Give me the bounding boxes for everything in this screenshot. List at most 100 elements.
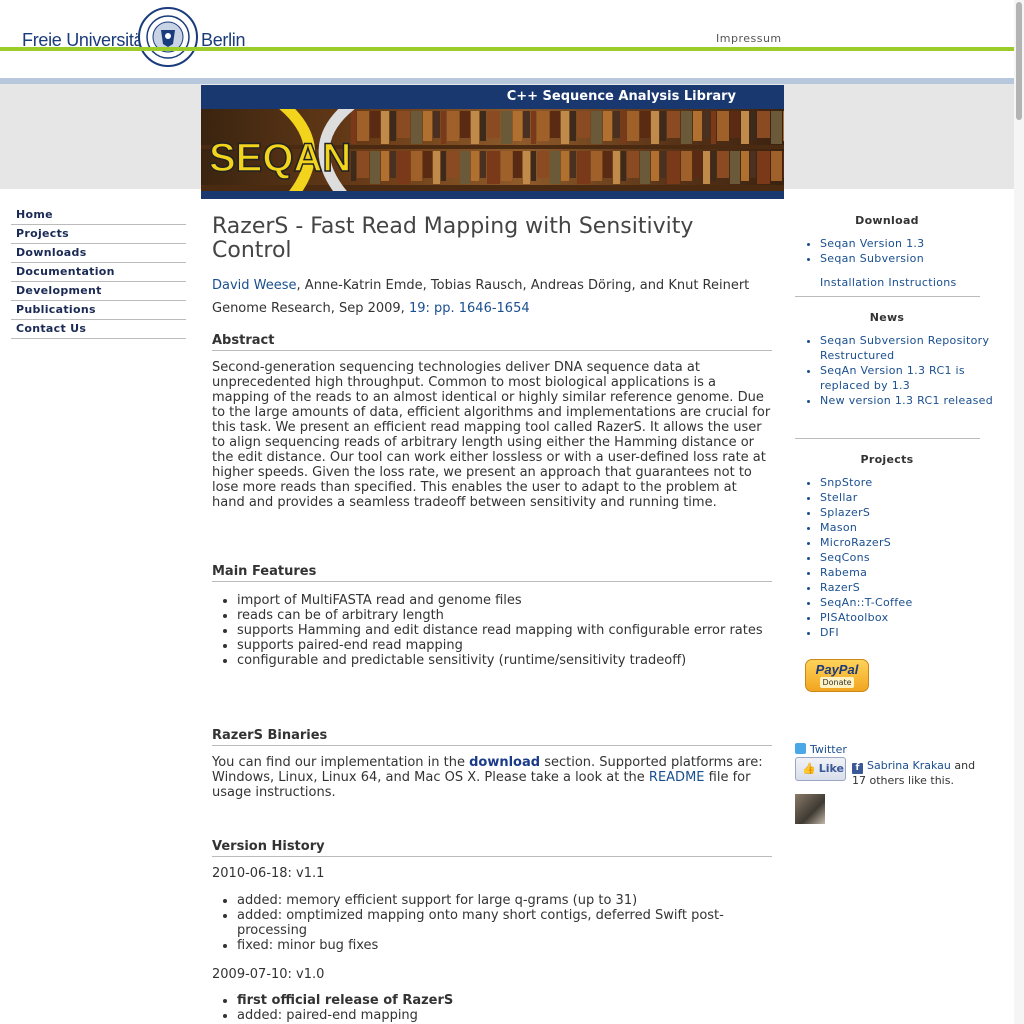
installation-instructions-link[interactable]: Installation Instructions: [820, 276, 957, 289]
twitter-icon: [795, 743, 806, 754]
banner-title-bar: C++ Sequence Analysis Library: [201, 85, 784, 109]
book-spine: [411, 111, 422, 144]
project-link-mason[interactable]: Mason: [820, 520, 1010, 535]
nav-item-downloads[interactable]: Downloads: [11, 244, 186, 263]
project-link-microrazers[interactable]: MicroRazerS: [820, 535, 1010, 550]
nav-item-projects[interactable]: Projects: [11, 225, 186, 244]
book-spine: [447, 151, 459, 178]
project-link-stellar[interactable]: Stellar: [820, 490, 1010, 505]
book-spine: [433, 111, 440, 138]
vertical-scrollbar[interactable]: [1014, 0, 1024, 1024]
facebook-friend-avatar[interactable]: [795, 794, 825, 824]
book-spine: [693, 111, 702, 141]
list-item: added: paired-end mapping: [237, 1008, 782, 1023]
venue-pages-link[interactable]: 19: pp. 1646-1654: [409, 301, 530, 316]
projects-list: SnpStore Stellar SplazerS Mason MicroRaz…: [795, 475, 1010, 640]
right-sidebar: Download Seqan Version 1.3 Seqan Subvers…: [784, 189, 1024, 1024]
scrollbar-thumb[interactable]: [1016, 2, 1022, 120]
left-navigation: Home Projects Downloads Documentation De…: [0, 189, 201, 1024]
nav-item-documentation[interactable]: Documentation: [11, 263, 186, 282]
version-1-0-list: first official release of RazerS added: …: [212, 993, 782, 1023]
project-link-splazers[interactable]: SplazerS: [820, 505, 1010, 520]
book-spine: [651, 111, 659, 144]
book-spine: [681, 111, 692, 144]
book-spine: [471, 151, 479, 181]
download-link[interactable]: download: [469, 755, 540, 770]
nav-item-contact-us[interactable]: Contact Us: [11, 320, 186, 339]
news-item[interactable]: SeqAn Version 1.3 RC1 is replaced by 1.3: [820, 363, 1010, 393]
publication-venue: Genome Research, Sep 2009, 19: pp. 1646-…: [212, 301, 530, 316]
nav-item-home[interactable]: Home: [11, 206, 186, 225]
book-spine: [703, 151, 710, 184]
book-spine: [660, 111, 666, 141]
sidebar-divider: [795, 438, 980, 439]
download-list: Seqan Version 1.3 Seqan Subversion: [795, 236, 1010, 266]
book-spine: [640, 111, 650, 138]
book-spine: [711, 151, 716, 181]
history-heading: Version History: [212, 839, 772, 857]
news-item[interactable]: New version 1.3 RC1 released: [820, 393, 1010, 408]
facebook-like-button[interactable]: 👍 Like: [795, 757, 846, 781]
book-spine: [621, 111, 626, 144]
book-spine: [550, 151, 560, 184]
book-spine: [523, 151, 530, 184]
banner-bookshelf-image: SEQAN: [201, 100, 784, 199]
book-spine: [667, 151, 680, 184]
list-item: reads can be of arbitrary length: [237, 608, 782, 623]
book-spine: [441, 111, 446, 144]
nav-item-development[interactable]: Development: [11, 282, 186, 301]
facebook-friend-link[interactable]: Sabrina Krakau: [867, 759, 951, 772]
book-spine: [351, 111, 356, 144]
project-link-rabema[interactable]: Rabema: [820, 565, 1010, 580]
nav-item-publications[interactable]: Publications: [11, 301, 186, 320]
book-spine: [397, 151, 410, 184]
project-link-seqan-tcoffee[interactable]: SeqAn::T-Coffee: [820, 595, 1010, 610]
venue-text: Genome Research, Sep 2009,: [212, 301, 409, 316]
download-link-subversion[interactable]: Seqan Subversion: [820, 251, 1010, 266]
university-seal-icon[interactable]: [137, 6, 199, 68]
news-item[interactable]: Seqan Subversion Repository Restructured: [820, 333, 1010, 363]
book-spine: [397, 111, 410, 138]
book-spine: [513, 111, 522, 141]
book-spine: [381, 151, 389, 181]
project-link-dfi[interactable]: DFI: [820, 625, 1010, 640]
book-spine: [460, 151, 470, 184]
book-spine: [741, 111, 749, 144]
book-spine: [501, 111, 512, 144]
book-spine: [750, 111, 756, 141]
book-spine: [750, 151, 756, 178]
version-label-1-0: 2009-07-10: v1.0: [212, 967, 325, 982]
binaries-text: You can find our implementation in the d…: [212, 755, 772, 800]
list-item: supports Hamming and edit distance read …: [237, 623, 782, 638]
project-link-snpstore[interactable]: SnpStore: [820, 475, 1010, 490]
book-spine: [603, 111, 612, 141]
download-heading: Download: [855, 214, 919, 227]
paypal-donate-button[interactable]: PayPal Donate: [805, 659, 869, 692]
thumbs-up-icon: 👍: [802, 762, 816, 775]
book-spine: [351, 151, 356, 181]
authors-line: David Weese, Anne-Katrin Emde, Tobias Ra…: [212, 278, 749, 293]
abstract-heading: Abstract: [212, 333, 772, 351]
project-link-pisatoolbox[interactable]: PISAtoolbox: [820, 610, 1010, 625]
book-spine: [550, 111, 560, 138]
impressum-link[interactable]: Impressum: [716, 32, 782, 45]
readme-link[interactable]: README: [649, 770, 705, 785]
download-link-seqan-1-3[interactable]: Seqan Version 1.3: [820, 236, 1010, 251]
book-spine: [390, 111, 396, 141]
bookshelf-illustration: SEQAN: [201, 100, 784, 199]
twitter-link[interactable]: Twitter: [795, 743, 847, 756]
book-spine: [783, 111, 784, 141]
book-spine: [667, 111, 680, 138]
paypal-logo: PayPal: [815, 662, 859, 677]
project-link-seqcons[interactable]: SeqCons: [820, 550, 1010, 565]
book-spine: [621, 151, 626, 181]
authors-rest: , Anne-Katrin Emde, Tobias Rausch, Andre…: [296, 278, 750, 293]
facebook-like-text: f Sabrina Krakau and 17 others like this.: [852, 759, 1002, 788]
book-spine: [480, 111, 486, 141]
main-content: RazerS - Fast Read Mapping with Sensitiv…: [201, 199, 784, 1024]
book-spine: [423, 111, 432, 141]
project-link-razers[interactable]: RazerS: [820, 580, 1010, 595]
author-link[interactable]: David Weese: [212, 278, 297, 293]
features-list: import of MultiFASTA read and genome fil…: [212, 593, 782, 668]
book-spine: [757, 111, 770, 138]
